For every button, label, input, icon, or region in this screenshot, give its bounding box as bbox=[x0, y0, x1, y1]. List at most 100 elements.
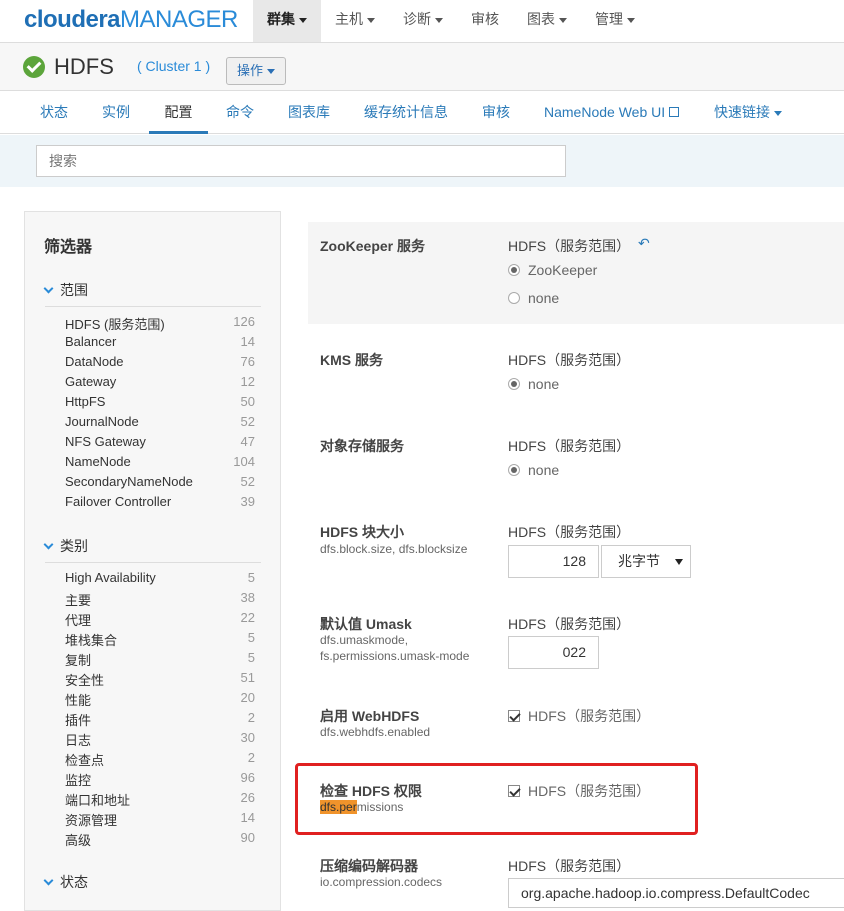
filter-item[interactable]: Gateway 12 bbox=[65, 374, 255, 394]
config-default-umask: 默认值 Umask dfs.umaskmode, fs.permissions.… bbox=[308, 600, 844, 680]
filter-item[interactable]: 堆栈集合 5 bbox=[65, 630, 255, 650]
undo-icon[interactable]: ↶ bbox=[638, 235, 650, 252]
cluster-link[interactable]: ( Cluster 1 ) bbox=[137, 58, 210, 74]
menu-audits[interactable]: 审核 bbox=[457, 0, 513, 42]
config-label: 默认值 Umask bbox=[320, 616, 412, 632]
section-label: 状态 bbox=[60, 874, 88, 890]
filter-item-label: 日志 bbox=[65, 733, 92, 748]
filter-item[interactable]: HttpFS 50 bbox=[65, 394, 255, 414]
config-kms-service: KMS 服务 HDFS（服务范围） none bbox=[308, 336, 844, 406]
filter-item-label: SecondaryNameNode bbox=[65, 474, 193, 489]
actions-label: 操作 bbox=[236, 63, 263, 78]
tab-configuration[interactable]: 配置 bbox=[149, 92, 208, 134]
filter-item[interactable]: JournalNode 52 bbox=[65, 414, 255, 434]
webhdfs-checkbox[interactable]: HDFS（服务范围） bbox=[508, 706, 650, 726]
filter-item-label: JournalNode bbox=[65, 414, 139, 429]
menu-charts[interactable]: 图表 bbox=[513, 0, 581, 42]
umask-input[interactable]: 022 bbox=[508, 636, 599, 669]
tab-quick-links[interactable]: 快速链接 bbox=[702, 92, 794, 134]
logo-text-manager: MANAGER bbox=[120, 6, 238, 33]
service-title: HDFS bbox=[54, 54, 114, 79]
filter-item[interactable]: 资源管理 14 bbox=[65, 810, 255, 830]
filter-item[interactable]: 插件 2 bbox=[65, 710, 255, 730]
filter-item-label: 端口和地址 bbox=[65, 793, 131, 808]
config-key: io.compression.codecs bbox=[320, 875, 443, 889]
select-value: 兆字节 bbox=[618, 553, 660, 569]
codec-input[interactable]: org.apache.hadoop.io.compress.DefaultCod… bbox=[508, 878, 844, 908]
tab-commands[interactable]: 命令 bbox=[214, 92, 266, 134]
filter-item[interactable]: 性能 20 bbox=[65, 690, 255, 710]
filter-item-count: 104 bbox=[233, 454, 255, 469]
config-scope: HDFS（服务范围） bbox=[508, 616, 631, 632]
radio-none[interactable]: none bbox=[508, 462, 559, 478]
menu-administration[interactable]: 管理 bbox=[581, 0, 649, 42]
search-input[interactable] bbox=[36, 145, 566, 177]
menu-diagnostics[interactable]: 诊断 bbox=[389, 0, 457, 42]
chevron-down-icon bbox=[774, 110, 782, 116]
tab-namenode-web-ui[interactable]: NameNode Web UI bbox=[532, 92, 691, 134]
filter-item-label: 安全性 bbox=[65, 673, 105, 688]
filter-item[interactable]: 端口和地址 26 bbox=[65, 790, 255, 810]
filter-item-count: 22 bbox=[240, 610, 255, 625]
filter-item[interactable]: Balancer 14 bbox=[65, 334, 255, 354]
filter-item[interactable]: 主要 38 bbox=[65, 590, 255, 610]
filter-item-label: Failover Controller bbox=[65, 494, 172, 509]
filter-item[interactable]: 代理 22 bbox=[65, 610, 255, 630]
radio-label: ZooKeeper bbox=[528, 262, 598, 278]
filter-item[interactable]: HDFS (服务范围) 126 bbox=[65, 314, 255, 334]
actions-button[interactable]: 操作 bbox=[226, 57, 286, 85]
filter-item-count: 14 bbox=[240, 334, 255, 349]
filter-item[interactable]: High Availability 5 bbox=[65, 570, 255, 590]
service-tabs: 状态 实例 配置 命令 图表库 缓存统计信息 审核 NameNode Web U… bbox=[0, 92, 844, 134]
filter-item[interactable]: 监控 96 bbox=[65, 770, 255, 790]
chevron-down-icon bbox=[43, 283, 54, 294]
tab-cache-statistics[interactable]: 缓存统计信息 bbox=[352, 92, 460, 134]
filter-item-label: DataNode bbox=[65, 354, 124, 369]
radio-zookeeper[interactable]: ZooKeeper bbox=[508, 262, 597, 278]
filter-item-label: 复制 bbox=[65, 653, 92, 668]
filter-section-scope[interactable]: 范围 bbox=[43, 280, 261, 307]
radio-label: none bbox=[528, 376, 560, 392]
filter-item[interactable]: SecondaryNameNode 52 bbox=[65, 474, 255, 494]
menu-hosts[interactable]: 主机 bbox=[321, 0, 389, 42]
filter-item-label: 代理 bbox=[65, 613, 92, 628]
filter-item-count: 5 bbox=[247, 570, 255, 585]
filter-item[interactable]: 高级 90 bbox=[65, 830, 255, 850]
chevron-down-icon bbox=[435, 17, 443, 23]
config-key: dfs.webhdfs.enabled bbox=[320, 725, 431, 739]
filter-item[interactable]: DataNode 76 bbox=[65, 354, 255, 374]
filter-item-label: 监控 bbox=[65, 773, 92, 788]
filter-item[interactable]: NFS Gateway 47 bbox=[65, 434, 255, 454]
filter-item[interactable]: 检查点 2 bbox=[65, 750, 255, 770]
filter-item[interactable]: Failover Controller 39 bbox=[65, 494, 255, 514]
tab-audits[interactable]: 审核 bbox=[470, 92, 522, 134]
filter-item-count: 26 bbox=[240, 790, 255, 805]
filter-item-label: 性能 bbox=[65, 693, 92, 708]
radio-label: none bbox=[528, 290, 560, 306]
block-size-unit-select[interactable]: 兆字节 bbox=[601, 545, 691, 578]
filter-item[interactable]: 复制 5 bbox=[65, 650, 255, 670]
filter-item-count: 76 bbox=[240, 354, 255, 369]
radio-dot bbox=[508, 292, 520, 304]
tab-instances[interactable]: 实例 bbox=[90, 92, 142, 134]
filter-item[interactable]: 日志 30 bbox=[65, 730, 255, 750]
menu-clusters[interactable]: 群集 bbox=[253, 0, 321, 42]
filter-item-count: 51 bbox=[240, 670, 255, 685]
tab-label: 快速链接 bbox=[714, 104, 770, 120]
block-size-input[interactable]: 128 bbox=[508, 545, 599, 578]
filter-item-count: 52 bbox=[240, 414, 255, 429]
config-scope: HDFS（服务范围） bbox=[508, 238, 631, 254]
tab-chart-library[interactable]: 图表库 bbox=[276, 92, 342, 134]
radio-label: none bbox=[528, 462, 560, 478]
cloudera-logo[interactable]: clouderaMANAGER bbox=[24, 6, 238, 34]
status-ok-icon bbox=[23, 56, 45, 78]
tab-status[interactable]: 状态 bbox=[28, 92, 80, 134]
filter-section-state[interactable]: 状态 bbox=[43, 872, 261, 898]
filter-item[interactable]: NameNode 104 bbox=[65, 454, 255, 474]
filter-item[interactable]: 安全性 51 bbox=[65, 670, 255, 690]
radio-none[interactable]: none bbox=[508, 376, 559, 392]
filter-section-category[interactable]: 类别 bbox=[43, 536, 261, 563]
filter-item-count: 5 bbox=[247, 650, 255, 665]
radio-none[interactable]: none bbox=[508, 290, 559, 306]
radio-dot bbox=[508, 464, 520, 476]
